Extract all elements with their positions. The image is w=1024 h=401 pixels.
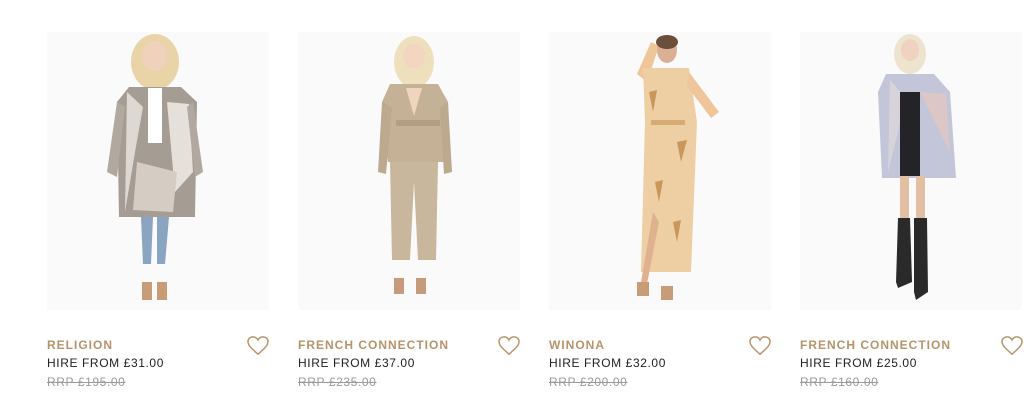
product-image[interactable] xyxy=(549,32,771,310)
product-rrp: RRP £235.00 xyxy=(298,375,377,389)
product-rrp: RRP £195.00 xyxy=(47,375,126,389)
product-image[interactable] xyxy=(47,32,269,310)
heart-outline-icon[interactable] xyxy=(749,336,771,356)
product-card: FRENCH CONNECTION HIRE FROM £37.00 RRP £… xyxy=(298,32,520,398)
product-grid: RELIGION HIRE FROM £31.00 RRP £195.00 FR… xyxy=(0,0,1024,401)
product-image[interactable] xyxy=(800,32,1022,310)
product-info: RELIGION HIRE FROM £31.00 RRP £195.00 xyxy=(47,336,269,398)
product-rrp: RRP £200.00 xyxy=(549,375,628,389)
product-card: WINONA HIRE FROM £32.00 RRP £200.00 xyxy=(549,32,771,398)
product-brand[interactable]: RELIGION xyxy=(47,338,269,352)
heart-outline-icon[interactable] xyxy=(498,336,520,356)
product-info: WINONA HIRE FROM £32.00 RRP £200.00 xyxy=(549,336,771,398)
product-info: FRENCH CONNECTION HIRE FROM £37.00 RRP £… xyxy=(298,336,520,398)
heart-outline-icon[interactable] xyxy=(1001,336,1023,356)
product-brand[interactable]: FRENCH CONNECTION xyxy=(298,338,520,352)
product-rrp: RRP £160.00 xyxy=(800,375,879,389)
product-image[interactable] xyxy=(298,32,520,310)
product-card: RELIGION HIRE FROM £31.00 RRP £195.00 xyxy=(47,32,269,398)
product-card: FRENCH CONNECTION HIRE FROM £25.00 RRP £… xyxy=(800,32,1023,398)
product-hire-price: HIRE FROM £32.00 xyxy=(549,356,666,370)
product-brand[interactable]: WINONA xyxy=(549,338,771,352)
product-hire-price: HIRE FROM £37.00 xyxy=(298,356,415,370)
product-brand[interactable]: FRENCH CONNECTION xyxy=(800,338,1022,352)
heart-outline-icon[interactable] xyxy=(247,336,269,356)
product-info: FRENCH CONNECTION HIRE FROM £25.00 RRP £… xyxy=(800,336,1023,398)
product-hire-price: HIRE FROM £31.00 xyxy=(47,356,164,370)
product-hire-price: HIRE FROM £25.00 xyxy=(800,356,917,370)
